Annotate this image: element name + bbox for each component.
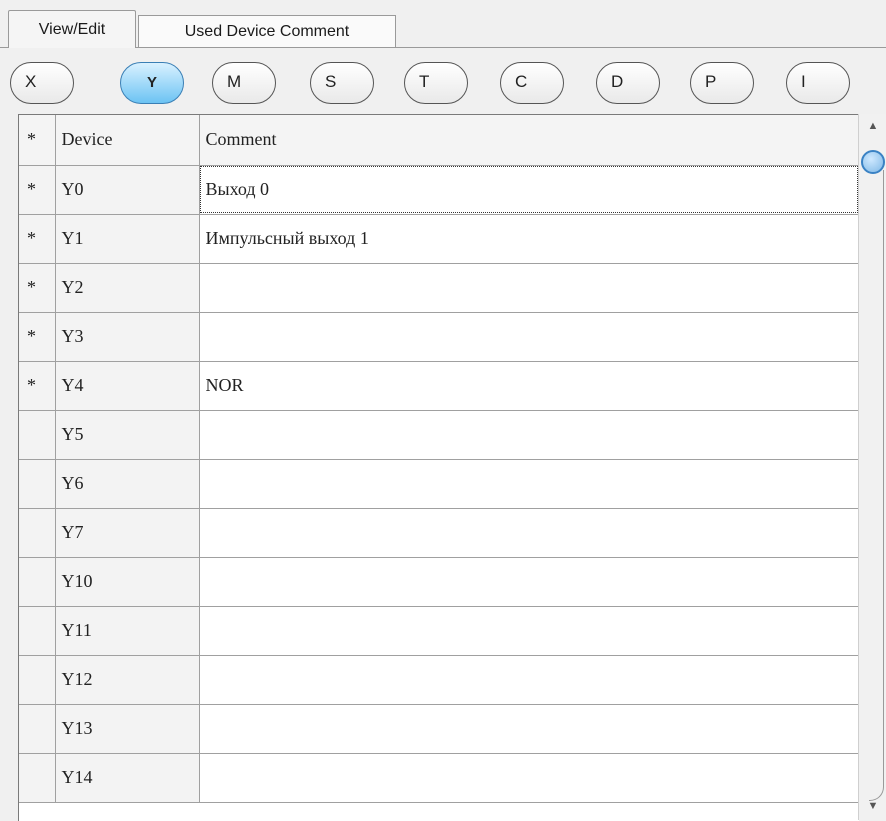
row-mark <box>19 508 56 558</box>
row-mark <box>19 753 56 803</box>
device-button-d[interactable]: D <box>596 62 660 104</box>
row-mark <box>19 606 56 656</box>
device-button-label: C <box>515 72 528 91</box>
device-button-label: P <box>705 72 717 91</box>
device-button-label: D <box>611 72 624 91</box>
row-mark: * <box>19 361 56 411</box>
table-row[interactable]: * Y0 Выход 0 <box>19 165 859 215</box>
comment-cell[interactable] <box>199 655 859 705</box>
device-cell: Y7 <box>55 508 200 558</box>
comment-cell[interactable] <box>199 606 859 656</box>
row-mark: * <box>19 214 56 264</box>
table-row[interactable]: Y6 <box>19 459 859 509</box>
device-comment-table: * Device Comment * Y0 Выход 0 * Y1 Импул… <box>18 114 859 821</box>
column-header-mark[interactable]: * <box>19 115 56 166</box>
device-type-bar: X Y M S T C D P I <box>0 62 886 110</box>
table-row[interactable]: Y14 <box>19 753 859 803</box>
comment-cell[interactable] <box>199 704 859 754</box>
row-mark <box>19 410 56 460</box>
device-cell: Y6 <box>55 459 200 509</box>
device-cell: Y5 <box>55 410 200 460</box>
device-button-p[interactable]: P <box>690 62 754 104</box>
comment-cell[interactable]: NOR <box>199 361 859 411</box>
comment-cell[interactable] <box>199 508 859 558</box>
device-button-m[interactable]: M <box>212 62 276 104</box>
scroll-down-icon[interactable]: ▼ <box>863 800 883 818</box>
device-cell: Y4 <box>55 361 200 411</box>
table-row[interactable]: * Y4 NOR <box>19 361 859 411</box>
table-row[interactable]: Y7 <box>19 508 859 558</box>
device-button-i[interactable]: I <box>786 62 850 104</box>
table-row[interactable]: Y12 <box>19 655 859 705</box>
table-row[interactable]: * Y3 <box>19 312 859 362</box>
device-cell: Y11 <box>55 606 200 656</box>
tab-view-edit[interactable]: View/Edit <box>8 10 136 48</box>
table-row[interactable]: Y10 <box>19 557 859 607</box>
comment-cell[interactable] <box>199 753 859 803</box>
row-mark <box>19 459 56 509</box>
device-cell: Y10 <box>55 557 200 607</box>
scroll-up-icon[interactable]: ▲ <box>863 120 883 138</box>
tab-used-device-comment[interactable]: Used Device Comment <box>138 15 396 48</box>
vertical-scrollbar[interactable]: ▲ ▼ <box>858 114 886 820</box>
table-header-row: * Device Comment <box>19 115 859 166</box>
device-cell: Y3 <box>55 312 200 362</box>
comment-cell[interactable] <box>199 263 859 313</box>
device-button-x[interactable]: X <box>10 62 74 104</box>
table-row[interactable]: * Y2 <box>19 263 859 313</box>
scroll-thumb[interactable] <box>861 150 885 174</box>
device-button-label: Y <box>147 74 158 91</box>
device-button-label: I <box>801 72 806 91</box>
table-row[interactable]: Y13 <box>19 704 859 754</box>
row-mark: * <box>19 312 56 362</box>
row-mark <box>19 655 56 705</box>
comment-cell[interactable]: Импульсный выход 1 <box>199 214 859 264</box>
row-mark: * <box>19 165 56 215</box>
device-button-label: M <box>227 72 242 91</box>
scroll-track[interactable] <box>869 170 884 801</box>
comment-cell[interactable] <box>199 459 859 509</box>
device-cell: Y1 <box>55 214 200 264</box>
comment-cell[interactable] <box>199 312 859 362</box>
device-cell: Y12 <box>55 655 200 705</box>
row-mark: * <box>19 263 56 313</box>
device-cell: Y0 <box>55 165 200 215</box>
device-button-label: X <box>25 72 37 91</box>
table-row[interactable]: * Y1 Импульсный выход 1 <box>19 214 859 264</box>
column-header-comment[interactable]: Comment <box>199 115 859 166</box>
device-button-s[interactable]: S <box>310 62 374 104</box>
row-mark <box>19 557 56 607</box>
table-row[interactable]: Y5 <box>19 410 859 460</box>
device-button-t[interactable]: T <box>404 62 468 104</box>
device-button-label: T <box>419 72 430 91</box>
column-header-device[interactable]: Device <box>55 115 200 166</box>
comment-cell[interactable]: Выход 0 <box>199 165 859 215</box>
device-cell: Y2 <box>55 263 200 313</box>
comment-cell[interactable] <box>199 410 859 460</box>
device-cell: Y13 <box>55 704 200 754</box>
device-button-y[interactable]: Y <box>120 62 184 104</box>
row-mark <box>19 704 56 754</box>
device-cell: Y14 <box>55 753 200 803</box>
device-button-c[interactable]: C <box>500 62 564 104</box>
device-button-label: S <box>325 72 337 91</box>
table-row[interactable]: Y11 <box>19 606 859 656</box>
comment-cell[interactable] <box>199 557 859 607</box>
